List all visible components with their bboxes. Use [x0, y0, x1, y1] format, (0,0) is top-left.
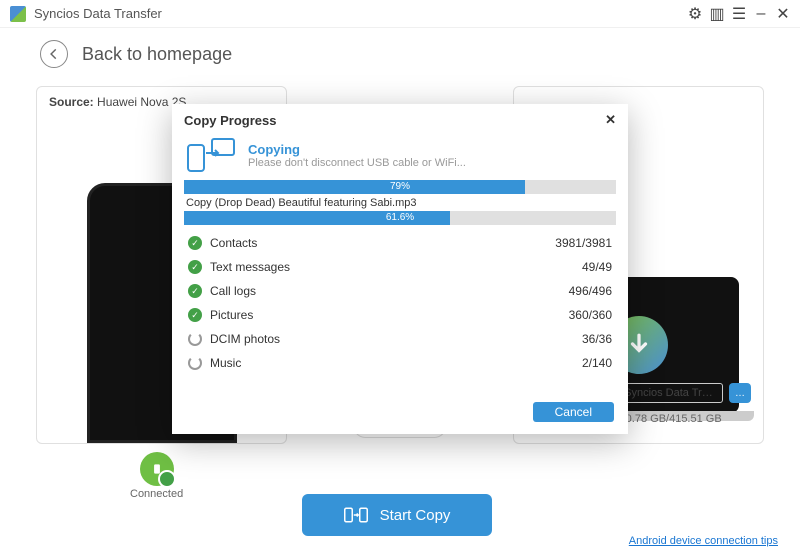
current-file-label: Copy (Drop Dead) Beautiful featuring Sab… [172, 194, 628, 211]
file-progress-bar: 61.6% [184, 211, 616, 225]
dialog-close-button[interactable]: ✕ [605, 112, 616, 128]
progress-row: Music 2/140 [186, 351, 614, 375]
back-button[interactable] [40, 40, 68, 68]
file-progress-pct: 61.6% [386, 211, 414, 225]
check-icon: ✓ [188, 308, 202, 322]
browse-button[interactable]: … [729, 383, 751, 403]
progress-row: ✓ Call logs 496/496 [186, 279, 614, 303]
row-count: 49/49 [582, 260, 612, 274]
usb-connected-icon [140, 452, 174, 486]
cancel-button[interactable]: Cancel [533, 402, 614, 422]
copying-heading: Copying [248, 142, 466, 157]
panel1-icon[interactable]: ▥ [706, 3, 728, 25]
check-icon: ✓ [188, 260, 202, 274]
row-count: 360/360 [569, 308, 612, 322]
row-name: DCIM photos [210, 332, 280, 346]
progress-row: ✓ Contacts 3981/3981 [186, 231, 614, 255]
overall-progress-pct: 79% [390, 180, 410, 194]
check-icon: ✓ [188, 236, 202, 250]
progress-row: ✓ Pictures 360/360 [186, 303, 614, 327]
spinner-icon [188, 356, 202, 370]
row-name: Music [210, 356, 241, 370]
row-name: Contacts [210, 236, 257, 250]
minimize-icon[interactable]: – [750, 3, 772, 25]
row-count: 2/140 [582, 356, 612, 370]
source-prefix: Source: [49, 95, 94, 109]
app-logo-icon [10, 6, 26, 22]
app-title: Syncios Data Transfer [34, 6, 684, 21]
row-count: 36/36 [582, 332, 612, 346]
copy-progress-dialog: Copy Progress ✕ Copying Please don't dis… [172, 104, 628, 434]
back-row: Back to homepage [0, 28, 800, 86]
progress-row: ✓ Text messages 49/49 [186, 255, 614, 279]
transfer-icon [344, 505, 368, 525]
copy-transfer-icon [186, 138, 236, 172]
row-count: 3981/3981 [555, 236, 612, 250]
back-label: Back to homepage [82, 44, 232, 65]
overall-progress-bar: 79% [184, 180, 616, 194]
progress-table: ✓ Contacts 3981/3981 ✓ Text messages 49/49 ✓ Ca… [172, 225, 628, 375]
arrow-left-icon [47, 47, 61, 61]
dialog-title: Copy Progress [184, 113, 276, 128]
connected-label: Connected [130, 488, 183, 500]
row-name: Call logs [210, 284, 256, 298]
progress-row: DCIM photos 36/36 [186, 327, 614, 351]
gear-icon[interactable]: ⚙ [684, 3, 706, 25]
dialog-titlebar: Copy Progress ✕ [172, 104, 628, 134]
check-icon: ✓ [188, 284, 202, 298]
titlebar: Syncios Data Transfer ⚙ ▥ ☰ – ✕ [0, 0, 800, 28]
panel2-icon[interactable]: ☰ [728, 3, 750, 25]
copying-subtext: Please don't disconnect USB cable or WiF… [248, 157, 466, 169]
row-name: Text messages [210, 260, 290, 274]
source-label: Source: Huawei Nova 2S [49, 95, 186, 109]
row-count: 496/496 [569, 284, 612, 298]
tips-link[interactable]: Android device connection tips [629, 535, 778, 547]
close-icon[interactable]: ✕ [772, 3, 794, 25]
start-copy-button[interactable]: Start Copy [302, 494, 492, 536]
start-copy-label: Start Copy [380, 507, 451, 524]
spinner-icon [188, 332, 202, 346]
row-name: Pictures [210, 308, 253, 322]
connection-status: Connected [130, 452, 183, 500]
copy-header: Copying Please don't disconnect USB cabl… [172, 134, 628, 180]
